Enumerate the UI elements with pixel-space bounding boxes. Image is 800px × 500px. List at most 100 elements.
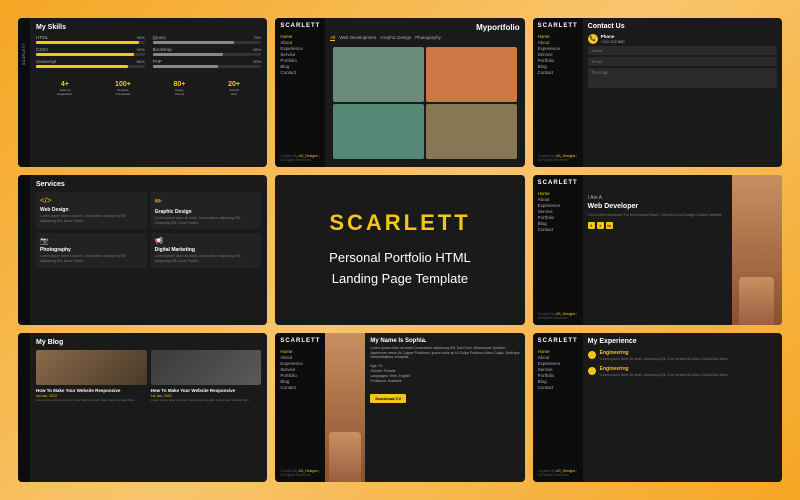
blog-post-2-title: How To Make Your Website Responsive (151, 388, 262, 393)
center-subtitle-line2: Landing Page Template (332, 269, 468, 290)
skill-css-label: CSS3 (36, 47, 48, 52)
phone-icon: 📞 (588, 34, 598, 44)
exp-nav-home[interactable]: Home (538, 349, 578, 354)
portfolio-nav: SCARLETT Home About Experience Service P… (275, 18, 325, 167)
tab-all[interactable]: All (330, 35, 335, 41)
about-name: My Name Is Sophia. (370, 338, 519, 344)
nav-portfolio[interactable]: Portfolio (280, 58, 320, 63)
home-nav-service[interactable]: Service (538, 209, 578, 214)
about-nav-contact[interactable]: Contact (280, 385, 320, 390)
webdesign-icon: </> (40, 196, 143, 205)
home-nav-about[interactable]: About (538, 197, 578, 202)
contact-name-input[interactable] (588, 46, 777, 55)
nav-home[interactable]: Home (280, 34, 320, 39)
about-nav-service[interactable]: Service (280, 367, 320, 372)
center-brand: SCARLETT (329, 210, 470, 236)
exp-nav-contact[interactable]: Contact (538, 385, 578, 390)
nav-contact[interactable]: Contact (280, 70, 320, 75)
home-nav-contact[interactable]: Contact (538, 227, 578, 232)
exp-nav-about[interactable]: About (538, 355, 578, 360)
home-card: SCARLETT Home About Experience Service P… (533, 175, 782, 324)
services-title: Services (36, 181, 261, 188)
contact-nav-blog[interactable]: Blog (538, 64, 578, 69)
contact-nav-service[interactable]: Service (538, 52, 578, 57)
tab-photo[interactable]: Photography (415, 35, 441, 41)
exp-nav-service[interactable]: Service (538, 367, 578, 372)
about-nav-blog[interactable]: Blog (280, 379, 320, 384)
exp-content: My Experience Engineering Lorem ipsum do… (583, 333, 782, 482)
linkedin-icon[interactable]: in (606, 222, 613, 229)
home-content: I Am A Web Developer I Am A Web Develope… (583, 175, 732, 324)
about-nav-home[interactable]: Home (280, 349, 320, 354)
tab-graphic[interactable]: Graphic Design (380, 35, 411, 41)
skill-jquery-label: jQuery (153, 35, 166, 40)
nav-service[interactable]: Service (280, 52, 320, 57)
home-nav: SCARLETT Home About Experience Service P… (533, 175, 583, 324)
service-photo: 📷 Photography Lorem ipsum dolor sit amet… (36, 233, 147, 267)
exp-brand: SCARLETT (538, 338, 578, 344)
about-nav-exp[interactable]: Experience (280, 361, 320, 366)
exp-nav: SCARLETT Home About Experience Service P… (533, 333, 583, 482)
contact-card: SCARLETT Home About Experience Service P… (533, 18, 782, 167)
download-cv-button[interactable]: Download CV (370, 394, 406, 403)
skill-bootstrap-label: Bootstrap (153, 47, 172, 52)
contact-nav-about[interactable]: About (538, 40, 578, 45)
portfolio-nav-items: Home About Experience Service Portfolio … (280, 34, 320, 75)
exp-nav-portfolio[interactable]: Portfolio (538, 373, 578, 378)
about-nav: SCARLETT Home About Experience Service P… (275, 333, 325, 482)
home-nav-exp[interactable]: Experience (538, 203, 578, 208)
home-nav-home[interactable]: Home (538, 191, 578, 196)
nav-blog[interactable]: Blog (280, 64, 320, 69)
home-nav-blog[interactable]: Blog (538, 221, 578, 226)
nav-about[interactable]: About (280, 40, 320, 45)
contact-right: Contact Us 📞 Phone +111 202 880 (583, 18, 782, 167)
exp-nav-exp[interactable]: Experience (538, 361, 578, 366)
blog-post-2: How To Make Your Website Responsive 1st … (151, 350, 262, 403)
service-webdesign-desc: Lorem ipsum dolor sit amet, Consectetur … (40, 214, 143, 223)
about-age: Age: 20 (370, 364, 519, 368)
portfolio-grid (330, 44, 519, 162)
home-iam: I Am A (588, 195, 727, 201)
contact-nav-exp[interactable]: Experience (538, 46, 578, 51)
about-content: My Name Is Sophia. Lorem ipsum dolor sit… (365, 333, 524, 482)
exp-title: My Experience (588, 338, 777, 345)
contact-brand: SCARLETT (538, 23, 578, 29)
main-container: SCARLETT My Skills HTML95% CSS390% (10, 10, 790, 490)
about-nav-portfolio[interactable]: Portfolio (280, 373, 320, 378)
blog-img-2 (151, 350, 262, 385)
contact-nav-portfolio[interactable]: Portfolio (538, 58, 578, 63)
exp-desc-2: Lorem ipsum dolor sit amet, Adipiscing E… (600, 373, 730, 378)
portfolio-brand: SCARLETT (280, 23, 320, 29)
left-bar-text: SCARLETT (22, 43, 26, 65)
contact-email-input[interactable] (588, 57, 777, 66)
portfolio-card: SCARLETT Home About Experience Service P… (275, 18, 524, 167)
service-photo-desc: Lorem ipsum dolor sit amet, Consectetur … (40, 254, 143, 263)
service-photo-title: Photography (40, 247, 143, 253)
facebook-icon[interactable]: f (588, 222, 595, 229)
nav-experience[interactable]: Experience (280, 46, 320, 51)
exp-item-1: Engineering Lorem ipsum dolor sit amet, … (588, 350, 777, 362)
skill-php-pct: 60% (253, 59, 261, 64)
home-nav-portfolio[interactable]: Portfolio (538, 215, 578, 220)
home-photo (732, 175, 782, 324)
about-nav-about[interactable]: About (280, 355, 320, 360)
tab-web[interactable]: Web Development (339, 35, 376, 41)
exp-label-2: Engineering (600, 366, 730, 372)
twitter-icon[interactable]: t (597, 222, 604, 229)
exp-dot-1 (588, 351, 596, 359)
contact-message-input[interactable] (588, 68, 777, 88)
photo-icon: 📷 (40, 237, 143, 245)
service-graphic: ✏ Graphic Design Lorem ipsum dolor sit a… (151, 192, 262, 229)
portfolio-image-4 (426, 104, 517, 159)
stat-projects: 100+ ProjectsCompleted (115, 81, 131, 96)
skill-html-pct: 95% (137, 35, 145, 40)
contact-nav-home[interactable]: Home (538, 34, 578, 39)
contact-nav-contact[interactable]: Contact (538, 70, 578, 75)
exp-nav-blog[interactable]: Blog (538, 379, 578, 384)
portfolio-image-1 (333, 47, 424, 102)
blog-post-1: How To Make Your Website Responsive 1st … (36, 350, 147, 403)
about-brand: SCARLETT (280, 338, 320, 344)
portfolio-content: Myportfolio All Web Development Graphic … (325, 18, 524, 167)
experience-card: SCARLETT Home About Experience Service P… (533, 333, 782, 482)
service-marketing-title: Digital Marketing (155, 247, 258, 253)
